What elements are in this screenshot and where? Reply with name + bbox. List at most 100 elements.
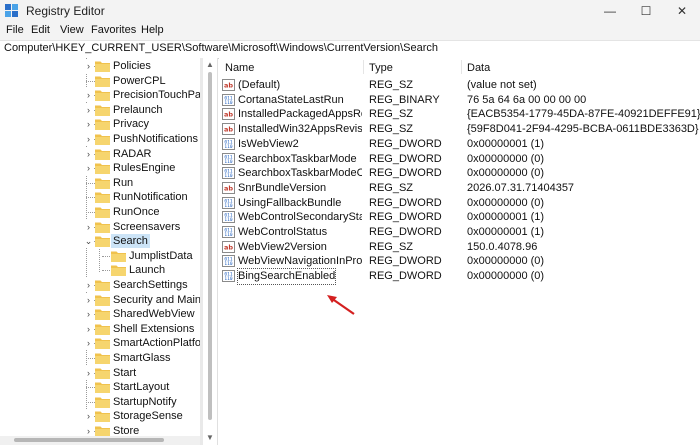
- column-separator[interactable]: [461, 60, 462, 74]
- tree-item-screensavers[interactable]: › Screensavers: [0, 219, 200, 234]
- tree-vertical-scrollbar[interactable]: ▲ ▼: [203, 58, 218, 445]
- tree-horizontal-scrollbar[interactable]: [0, 436, 200, 445]
- tree-item-label: RunNotification: [113, 191, 188, 204]
- folder-icon: [95, 191, 110, 204]
- expand-chevron-icon[interactable]: ›: [84, 88, 93, 103]
- close-button[interactable]: ✕: [664, 0, 700, 22]
- scroll-down-icon[interactable]: ▼: [206, 434, 214, 442]
- column-separator[interactable]: [363, 60, 364, 74]
- svg-text:ab: ab: [224, 82, 233, 90]
- menu-edit[interactable]: Edit: [31, 24, 50, 36]
- expand-chevron-icon[interactable]: ›: [84, 59, 93, 73]
- expand-chevron-icon[interactable]: ›: [84, 365, 93, 380]
- values-list-pane[interactable]: Name Type Data ab (Default) REG_SZ (value n…: [219, 58, 700, 445]
- value-row-default[interactable]: ab (Default) REG_SZ (value not set): [219, 78, 700, 93]
- tree-item-pushnotifications[interactable]: › PushNotifications: [0, 132, 200, 146]
- value-row-webviewnavigationinprog[interactable]: 011110WebViewNavigationInProg... REG_DWOR…: [219, 254, 700, 269]
- value-data: {EACB5354-1779-45DA-87FE-40921DEFFE91}: [467, 108, 700, 121]
- tree-item-policies[interactable]: › Policies: [0, 59, 200, 73]
- tree-item-runonce[interactable]: RunOnce: [0, 205, 200, 219]
- svg-text:110: 110: [224, 203, 232, 209]
- svg-text:ab: ab: [224, 126, 233, 134]
- tree-item-launch[interactable]: Launch: [0, 263, 200, 277]
- tree-item-shell-extensions[interactable]: › Shell Extensions: [0, 321, 200, 336]
- expand-chevron-icon[interactable]: ›: [84, 132, 93, 146]
- tree-item-label: Search: [111, 234, 150, 249]
- tree-connector: [86, 401, 95, 403]
- tree-item-precisiontouchpad[interactable]: › PrecisionTouchPad: [0, 88, 200, 103]
- tree-item-radar[interactable]: › RADAR: [0, 146, 200, 161]
- menu-favorites[interactable]: Favorites: [91, 24, 136, 36]
- folder-icon: [111, 264, 126, 277]
- expand-chevron-icon[interactable]: ›: [84, 219, 93, 234]
- tree-item-search[interactable]: ⌄ Search: [0, 234, 200, 249]
- menu-view[interactable]: View: [60, 24, 84, 36]
- value-row-installedpackagedappsrevi[interactable]: ab InstalledPackagedAppsRevi... REG_SZ {EAC…: [219, 107, 700, 122]
- minimize-button[interactable]: —: [592, 0, 628, 22]
- tree-item-startupnotify[interactable]: StartupNotify: [0, 395, 200, 409]
- key-tree-pane[interactable]: › Policies PowerCPL › PrecisionTouchPad › Prel…: [0, 58, 200, 445]
- annotation-arrow-icon: [327, 295, 355, 315]
- maximize-button[interactable]: ☐: [628, 0, 664, 22]
- expand-chevron-icon[interactable]: ›: [84, 161, 93, 176]
- value-row-usingfallbackbundle[interactable]: 011 110 UsingFallbackBundle REG_DWORD 0x0000…: [219, 196, 700, 211]
- tree-item-startlayout[interactable]: StartLayout: [0, 380, 200, 394]
- collapse-chevron-icon[interactable]: ⌄: [84, 234, 93, 249]
- vertical-scroll-thumb[interactable]: [208, 72, 212, 420]
- tree-item-run[interactable]: Run: [0, 176, 200, 190]
- folder-icon: [111, 250, 126, 262]
- value-row-snrbundleversion[interactable]: ab SnrBundleVersion REG_SZ 2026.07.31.71404…: [219, 181, 700, 196]
- column-header-data[interactable]: Data: [467, 62, 490, 74]
- tree-item-prelaunch[interactable]: › Prelaunch: [0, 102, 200, 117]
- folder-icon: [95, 367, 110, 379]
- value-name: IsWebView2: [238, 137, 299, 150]
- tree-scroll-thumb[interactable]: [14, 438, 164, 442]
- tree-item-searchsettings[interactable]: › SearchSettings: [0, 278, 200, 292]
- expand-chevron-icon[interactable]: ›: [84, 102, 93, 117]
- menu-file[interactable]: File: [6, 24, 24, 36]
- expand-chevron-icon[interactable]: ›: [84, 292, 93, 307]
- value-row-searchboxtaskbarmode[interactable]: 011 110 SearchboxTaskbarMode REG_DWORD 0x000…: [219, 152, 700, 167]
- tree-item-sharedwebview[interactable]: › SharedWebView: [0, 307, 200, 322]
- expand-chevron-icon[interactable]: ›: [84, 409, 93, 424]
- menu-help[interactable]: Help: [141, 24, 164, 36]
- string-value-icon: ab: [222, 108, 235, 121]
- tree-item-label: RunOnce: [113, 206, 160, 218]
- value-row-searchboxtaskbarmodeca[interactable]: 011110SearchboxTaskbarModeCa... REG_DWORD…: [219, 166, 700, 181]
- expand-chevron-icon[interactable]: ›: [84, 278, 93, 292]
- tree-item-start[interactable]: › Start: [0, 365, 200, 380]
- value-row-cortanastatelastrun[interactable]: 011 110 CortanaStateLastRun REG_BINARY 76 5a…: [219, 93, 700, 108]
- tree-item-storagesense[interactable]: › StorageSense: [0, 409, 200, 424]
- tree-connector: [102, 270, 110, 272]
- value-row-iswebview2[interactable]: 011 110 IsWebView2 REG_DWORD 0x00000001 (1): [219, 137, 700, 152]
- value-name: CortanaStateLastRun: [238, 93, 344, 106]
- column-header-name[interactable]: Name: [225, 62, 254, 74]
- binary-value-icon: 011 110: [222, 211, 235, 224]
- expand-chevron-icon[interactable]: ›: [84, 307, 93, 322]
- tree-item-privacy[interactable]: › Privacy: [0, 117, 200, 132]
- address-path[interactable]: Computer\HKEY_CURRENT_USER\Software\Micr…: [4, 42, 438, 54]
- value-row-installedwin32appsrevision[interactable]: ab InstalledWin32AppsRevision REG_SZ {59F8D…: [219, 122, 700, 137]
- expand-chevron-icon[interactable]: ›: [84, 117, 93, 132]
- tree-item-smartglass[interactable]: SmartGlass: [0, 351, 200, 365]
- scroll-up-icon[interactable]: ▲: [206, 61, 214, 69]
- value-row-bingsearchenabled[interactable]: 011 110 BingSearchEnabled REG_DWORD 0x000000…: [219, 268, 700, 286]
- expand-chevron-icon[interactable]: ›: [84, 321, 93, 336]
- folder-icon: [95, 396, 110, 408]
- column-header-type[interactable]: Type: [369, 62, 393, 74]
- tree-item-rulesengine[interactable]: › RulesEngine: [0, 161, 200, 176]
- value-row-webcontrolsecondarystatus[interactable]: 011110WebControlSecondaryStatus REG_DWORD…: [219, 210, 700, 225]
- expand-chevron-icon[interactable]: ›: [84, 146, 93, 161]
- address-bar[interactable]: Computer\HKEY_CURRENT_USER\Software\Micr…: [0, 40, 700, 59]
- tree-item-jumplistdata[interactable]: JumplistData: [0, 249, 200, 263]
- value-row-webcontrolstatus[interactable]: 011 110 WebControlStatus REG_DWORD 0x0000000…: [219, 225, 700, 240]
- value-row-webview2version[interactable]: ab WebView2Version REG_SZ 150.0.4078.96: [219, 240, 700, 255]
- value-type: REG_DWORD: [369, 167, 442, 180]
- tree-item-smartactionplatform[interactable]: › SmartActionPlatform: [0, 336, 200, 351]
- tree-item-security-and-mainter[interactable]: › Security and Mainter: [0, 292, 200, 307]
- tree-item-powercpl[interactable]: PowerCPL: [0, 74, 200, 88]
- value-type: REG_DWORD: [369, 226, 442, 238]
- tree-item-runnotification[interactable]: RunNotification: [0, 190, 200, 204]
- menu-bar: File Edit View Favorites Help: [0, 22, 700, 40]
- expand-chevron-icon[interactable]: ›: [84, 336, 93, 351]
